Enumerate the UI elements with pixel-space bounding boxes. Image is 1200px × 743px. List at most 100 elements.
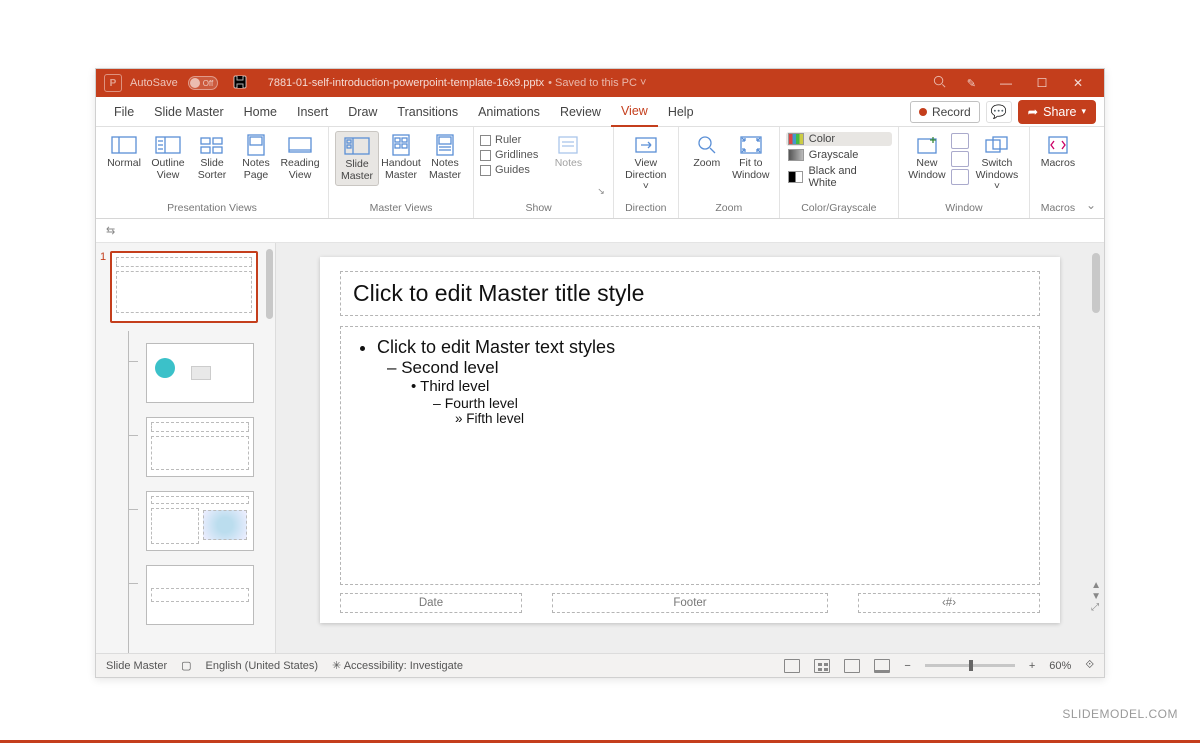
- notes-button[interactable]: Notes: [546, 131, 590, 173]
- body-level-3[interactable]: Third level: [355, 378, 1025, 395]
- slide-number: 1: [100, 251, 106, 263]
- tab-draw[interactable]: Draw: [338, 97, 387, 127]
- title-placeholder[interactable]: Click to edit Master title style: [340, 271, 1040, 316]
- slide-sorter-button[interactable]: Slide Sorter: [190, 131, 234, 184]
- date-placeholder[interactable]: Date: [340, 593, 522, 613]
- master-thumbnail[interactable]: [110, 251, 258, 323]
- guides-checkbox[interactable]: Guides: [480, 164, 538, 176]
- color-mode-color[interactable]: Color: [786, 132, 892, 146]
- tab-slide-master[interactable]: Slide Master: [144, 97, 233, 127]
- group-master-views: Slide Master Handout Master Notes Master…: [329, 127, 474, 218]
- save-status[interactable]: • Saved to this PC ˅: [548, 77, 646, 89]
- zoom-in-button[interactable]: +: [1029, 660, 1035, 672]
- tab-animations[interactable]: Animations: [468, 97, 550, 127]
- normal-view-button[interactable]: Normal: [102, 131, 146, 173]
- color-mode-grayscale[interactable]: Grayscale: [786, 148, 892, 162]
- ruler-checkbox[interactable]: Ruler: [480, 134, 538, 146]
- arrange-buttons[interactable]: [949, 131, 971, 185]
- layout-thumbnail-4[interactable]: [146, 565, 254, 625]
- slideshow-view-icon[interactable]: [874, 659, 890, 673]
- record-button[interactable]: Record: [910, 101, 980, 123]
- reading-view-icon[interactable]: [844, 659, 860, 673]
- slidenum-placeholder[interactable]: ‹#›: [858, 593, 1040, 613]
- group-direction: View Direction ˅ Direction: [614, 127, 679, 218]
- editor-nav-buttons[interactable]: ▲▼⤢: [1091, 580, 1101, 613]
- collapse-ribbon-button[interactable]: ⌄: [1086, 198, 1096, 212]
- color-mode-bw[interactable]: Black and White: [786, 164, 892, 190]
- zoom-button[interactable]: Zoom: [685, 131, 729, 173]
- macros-button[interactable]: Macros: [1036, 131, 1080, 173]
- autosave-label: AutoSave: [130, 77, 178, 89]
- group-window: New Window Switch Windows ˅ Window: [899, 127, 1030, 218]
- workspace: 1: [96, 243, 1104, 653]
- slide-editor[interactable]: Click to edit Master title style Click t…: [276, 243, 1104, 653]
- fit-to-window-button[interactable]: Fit to Window: [729, 131, 773, 184]
- status-mode: Slide Master: [106, 660, 167, 672]
- sorter-view-icon[interactable]: [814, 659, 830, 673]
- gridlines-checkbox[interactable]: Gridlines: [480, 149, 538, 161]
- display-settings-icon[interactable]: ▢: [181, 659, 191, 672]
- maximize-button[interactable]: ☐: [1024, 76, 1060, 90]
- group-macros: Macros Macros: [1030, 127, 1086, 218]
- zoom-out-button[interactable]: −: [904, 660, 910, 672]
- powerpoint-window: P AutoSave Off 7881-01-self-introduction…: [95, 68, 1105, 678]
- tab-file[interactable]: File: [104, 97, 144, 127]
- tab-view[interactable]: View: [611, 97, 658, 127]
- accessibility-button[interactable]: ✳ Accessibility: Investigate: [332, 659, 463, 672]
- document-filename: 7881-01-self-introduction-powerpoint-tem…: [268, 77, 544, 89]
- zoom-slider[interactable]: [925, 664, 1015, 667]
- tab-home[interactable]: Home: [234, 97, 287, 127]
- notes-master-button[interactable]: Notes Master: [423, 131, 467, 184]
- minimize-button[interactable]: —: [988, 76, 1024, 90]
- search-icon[interactable]: [932, 74, 947, 92]
- layout-tree-line: [128, 331, 129, 653]
- body-level-1[interactable]: Click to edit Master text styles: [377, 337, 1025, 358]
- switch-windows-button[interactable]: Switch Windows ˅: [971, 131, 1023, 196]
- group-zoom: Zoom Fit to Window Zoom: [679, 127, 780, 218]
- view-direction-button[interactable]: View Direction ˅: [620, 131, 672, 196]
- body-level-5[interactable]: Fifth level: [355, 411, 1025, 426]
- slide-master-button[interactable]: Slide Master: [335, 131, 379, 186]
- pen-icon[interactable]: ✎: [967, 77, 976, 90]
- body-level-4[interactable]: Fourth level: [355, 395, 1025, 411]
- group-color: Color Grayscale Black and White Color/Gr…: [780, 127, 899, 218]
- body-level-2[interactable]: Second level: [355, 358, 1025, 378]
- tab-insert[interactable]: Insert: [287, 97, 338, 127]
- thumbnail-panel[interactable]: 1: [96, 243, 276, 653]
- ribbon: Normal Outline View Slide Sorter Notes P…: [96, 127, 1104, 219]
- slide-canvas[interactable]: Click to edit Master title style Click t…: [320, 257, 1060, 623]
- qat-customize-icon[interactable]: ⇆: [106, 224, 115, 237]
- notes-page-button[interactable]: Notes Page: [234, 131, 278, 184]
- tab-transitions[interactable]: Transitions: [387, 97, 468, 127]
- powerpoint-logo-icon: P: [104, 74, 122, 92]
- tab-help[interactable]: Help: [658, 97, 704, 127]
- tab-review[interactable]: Review: [550, 97, 611, 127]
- comments-button[interactable]: 💬: [986, 101, 1012, 123]
- reading-view-button[interactable]: Reading View: [278, 131, 322, 184]
- layout-thumbnail-2[interactable]: [146, 417, 254, 477]
- handout-master-button[interactable]: Handout Master: [379, 131, 423, 184]
- layout-thumbnail-3[interactable]: [146, 491, 254, 551]
- editor-scrollbar[interactable]: [1092, 253, 1100, 313]
- layout-thumbnail-1[interactable]: [146, 343, 254, 403]
- autosave-toggle[interactable]: Off: [188, 76, 218, 90]
- close-button[interactable]: ✕: [1060, 76, 1096, 90]
- footer-placeholder[interactable]: Footer: [552, 593, 828, 613]
- save-icon[interactable]: [232, 74, 248, 93]
- title-bar: P AutoSave Off 7881-01-self-introduction…: [96, 69, 1104, 97]
- fit-icon[interactable]: ⟐: [1085, 659, 1094, 672]
- show-dialog-launcher[interactable]: ↘: [597, 186, 607, 216]
- status-bar: Slide Master ▢ English (United States) ✳…: [96, 653, 1104, 677]
- group-show: Ruler Gridlines Guides Notes Show↘: [474, 127, 614, 218]
- quick-access-row: ⇆: [96, 219, 1104, 243]
- thumbnail-scrollbar[interactable]: [266, 249, 273, 319]
- normal-view-icon[interactable]: [784, 659, 800, 673]
- new-window-button[interactable]: New Window: [905, 131, 949, 184]
- share-button[interactable]: ➦ Share ▾: [1018, 100, 1096, 124]
- group-presentation-views: Normal Outline View Slide Sorter Notes P…: [96, 127, 329, 218]
- outline-view-button[interactable]: Outline View: [146, 131, 190, 184]
- zoom-value[interactable]: 60%: [1049, 660, 1071, 672]
- body-placeholder[interactable]: Click to edit Master text styles Second …: [340, 326, 1040, 585]
- watermark: SLIDEMODEL.COM: [1062, 707, 1178, 721]
- status-language[interactable]: English (United States): [206, 660, 319, 672]
